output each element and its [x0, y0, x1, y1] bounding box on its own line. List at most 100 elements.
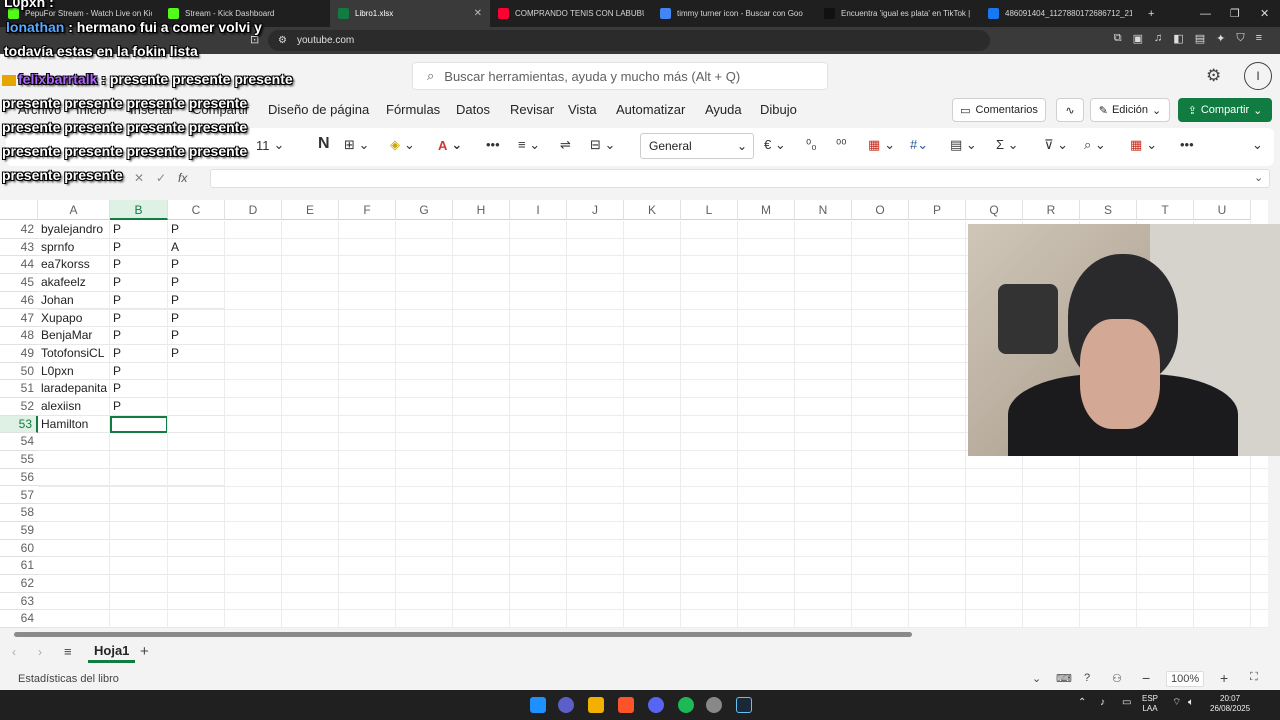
table-cell[interactable]: byalejandro: [38, 221, 110, 239]
fit-screen-icon[interactable]: ⛶: [1250, 671, 1258, 684]
table-cell[interactable]: [110, 504, 168, 522]
table-cell[interactable]: [38, 433, 110, 452]
row-header[interactable]: 61: [0, 557, 38, 575]
table-cell[interactable]: sprnfo: [38, 238, 110, 257]
row-header[interactable]: 49: [0, 344, 38, 363]
function-icon[interactable]: fx: [178, 171, 187, 185]
table-cell[interactable]: P: [110, 309, 168, 328]
table-cell[interactable]: [110, 521, 168, 540]
column-header[interactable]: G: [396, 200, 453, 220]
row-header[interactable]: 53: [0, 415, 38, 434]
table-cell[interactable]: A: [168, 238, 225, 257]
find-icon[interactable]: ⌕ ⌄: [1084, 137, 1106, 153]
table-cell[interactable]: [168, 398, 225, 416]
column-header[interactable]: B: [110, 200, 168, 220]
chevron-up-icon[interactable]: ⌃: [1078, 698, 1086, 708]
menu-tab[interactable]: Dibujo: [760, 102, 797, 117]
microphone-icon[interactable]: ♪: [1100, 698, 1105, 708]
table-cell[interactable]: [38, 539, 110, 558]
minimize-icon[interactable]: —: [1200, 0, 1211, 27]
column-header[interactable]: M: [738, 200, 795, 220]
menu-tab[interactable]: Ayuda: [705, 102, 742, 117]
column-header[interactable]: J: [567, 200, 624, 220]
table-cell[interactable]: [168, 486, 225, 505]
column-header[interactable]: N: [795, 200, 852, 220]
fill-color-icon[interactable]: ◈ ⌄: [390, 137, 415, 153]
table-cell[interactable]: [38, 468, 110, 487]
horizontal-scrollbar[interactable]: [6, 630, 1268, 638]
table-cell[interactable]: TotofonsiCL: [38, 344, 110, 363]
screenshot-icon[interactable]: ▣: [1133, 32, 1143, 45]
clock[interactable]: 20:07 26/08/2025: [1210, 694, 1250, 714]
table-cell[interactable]: P: [168, 256, 225, 275]
windows-start-icon[interactable]: [530, 697, 546, 713]
chat-app-icon[interactable]: [558, 697, 574, 713]
network-icon[interactable]: ⌔: [1172, 698, 1181, 708]
wrap-text-icon[interactable]: ⇌: [560, 137, 571, 153]
column-header[interactable]: R: [1023, 200, 1080, 220]
extensions-icon[interactable]: ⧉: [1114, 32, 1122, 45]
table-cell[interactable]: [168, 610, 225, 628]
sum-icon[interactable]: Σ ⌄: [996, 137, 1019, 153]
table-cell[interactable]: [168, 380, 225, 398]
table-cell[interactable]: P: [110, 274, 168, 292]
zoom-out-button[interactable]: −: [1142, 670, 1150, 686]
table-cell[interactable]: ea7korss: [38, 256, 110, 275]
table-cell[interactable]: [168, 575, 225, 593]
decimal-increase-icon[interactable]: ⁰⁰: [836, 137, 846, 153]
restore-icon[interactable]: ❐: [1230, 0, 1240, 27]
menu-icon[interactable]: ≡: [1256, 32, 1262, 45]
table-cell[interactable]: P: [110, 380, 168, 398]
table-cell[interactable]: [110, 433, 168, 452]
row-header[interactable]: 55: [0, 451, 38, 469]
decimal-decrease-icon[interactable]: ⁰₀: [806, 137, 817, 153]
table-cell[interactable]: [110, 610, 168, 628]
column-header[interactable]: T: [1137, 200, 1194, 220]
row-header[interactable]: 45: [0, 274, 38, 292]
discord-icon[interactable]: [648, 697, 664, 713]
addins-icon[interactable]: ▦ ⌄: [1130, 137, 1157, 153]
keyboard-icon[interactable]: ⌨: [1056, 672, 1072, 685]
next-sheet-icon[interactable]: ›: [38, 645, 42, 659]
row-header[interactable]: 63: [0, 592, 38, 611]
gear-icon[interactable]: ⚙: [1206, 66, 1221, 86]
table-cell[interactable]: [168, 451, 225, 469]
table-cell[interactable]: [38, 610, 110, 628]
table-cell[interactable]: P: [110, 256, 168, 275]
table-cell[interactable]: P: [168, 291, 225, 310]
address-bar[interactable]: ⚙ youtube.com: [268, 30, 990, 51]
row-header[interactable]: 60: [0, 539, 38, 558]
column-header[interactable]: I: [510, 200, 567, 220]
font-color-icon[interactable]: A ⌄: [438, 137, 462, 153]
more-icon[interactable]: •••: [486, 137, 500, 152]
language-indicator[interactable]: ESP LAA: [1142, 694, 1158, 714]
row-header[interactable]: 46: [0, 291, 38, 310]
volume-icon[interactable]: 🔈︎: [1188, 698, 1194, 708]
more-options-icon[interactable]: •••: [1180, 137, 1194, 152]
browser-tab[interactable]: Encuentra 'igual es plata' en TikTok |: [816, 0, 980, 27]
borders-icon[interactable]: ⊞ ⌄: [344, 137, 369, 153]
close-tab-icon[interactable]: ✕: [474, 8, 482, 19]
table-cell[interactable]: [168, 433, 225, 452]
column-header[interactable]: C: [168, 200, 225, 220]
column-header[interactable]: D: [225, 200, 282, 220]
app-icon[interactable]: [706, 697, 722, 713]
row-header[interactable]: 44: [0, 256, 38, 275]
table-cell[interactable]: [110, 539, 168, 558]
row-header[interactable]: 57: [0, 486, 38, 505]
menu-tab[interactable]: Diseño de página: [268, 102, 369, 117]
confirm-icon[interactable]: ✓: [156, 171, 166, 185]
row-header[interactable]: 56: [0, 468, 38, 487]
column-header[interactable]: O: [852, 200, 909, 220]
row-header[interactable]: 43: [0, 238, 38, 257]
table-cell[interactable]: [110, 468, 168, 487]
table-cell[interactable]: [110, 557, 168, 575]
avatar[interactable]: I: [1244, 62, 1272, 90]
table-cell[interactable]: alexiisn: [38, 398, 110, 416]
menu-tab[interactable]: Fórmulas: [386, 102, 440, 117]
search-input[interactable]: ⌕ Buscar herramientas, ayuda y mucho más…: [412, 62, 828, 90]
menu-tab[interactable]: Automatizar: [616, 102, 685, 117]
table-cell[interactable]: [168, 592, 225, 611]
sheet-tab-hoja1[interactable]: Hoja1: [88, 643, 136, 663]
table-cell[interactable]: [38, 575, 110, 593]
